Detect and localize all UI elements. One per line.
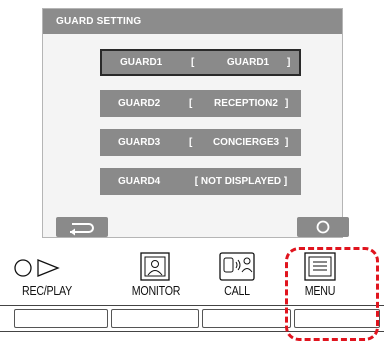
menu-highlight-outline [285, 247, 379, 341]
bracket-left: [ [189, 98, 193, 109]
screen-header: GUARD SETTING [43, 9, 342, 34]
guard-value: CONCIERGE3 [212, 137, 280, 148]
call-icon [219, 252, 255, 281]
guard-row-1[interactable]: GUARD1 [ GUARD1 ] [100, 49, 301, 76]
rec-play-icon [14, 259, 60, 277]
screen-title: GUARD SETTING [56, 16, 142, 27]
guard-value: RECEPTION2 [214, 98, 278, 109]
rec-play-label: REC/PLAY [22, 283, 72, 298]
guard-row-3[interactable]: GUARD3 [ CONCIERGE3 ] [100, 129, 301, 156]
bracket-left: [ [189, 137, 193, 148]
bracket-right: ] [285, 137, 289, 148]
guard-row-2[interactable]: GUARD2 [ RECEPTION2 ] [100, 90, 301, 117]
guard-setting-screen: GUARD SETTING GUARD1 [ GUARD1 ] GUARD2 [… [42, 8, 349, 238]
bracket-right: ] [285, 98, 289, 109]
monitor-label: MONITOR [131, 283, 181, 298]
guard-name: GUARD3 [118, 137, 161, 148]
guard-row-4[interactable]: GUARD4 [ NOT DISPLAYED ] [100, 168, 301, 195]
circle-icon [316, 220, 330, 234]
call-button[interactable] [202, 309, 291, 328]
guard-name: GUARD1 [120, 57, 163, 68]
guard-value: [ NOT DISPLAYED ] [194, 176, 288, 187]
call-label: CALL [224, 283, 250, 298]
ok-button[interactable] [297, 217, 349, 237]
monitor-button[interactable] [111, 309, 199, 328]
guard-value: GUARD1 [226, 57, 270, 68]
return-arrow-icon [70, 223, 94, 236]
back-button[interactable] [56, 217, 108, 237]
bracket-left: [ [191, 57, 195, 68]
monitor-icon [140, 252, 170, 281]
bracket-right: ] [287, 57, 291, 68]
guard-name: GUARD2 [118, 98, 161, 109]
guard-name: GUARD4 [118, 176, 161, 187]
rec-play-button[interactable] [14, 309, 108, 328]
